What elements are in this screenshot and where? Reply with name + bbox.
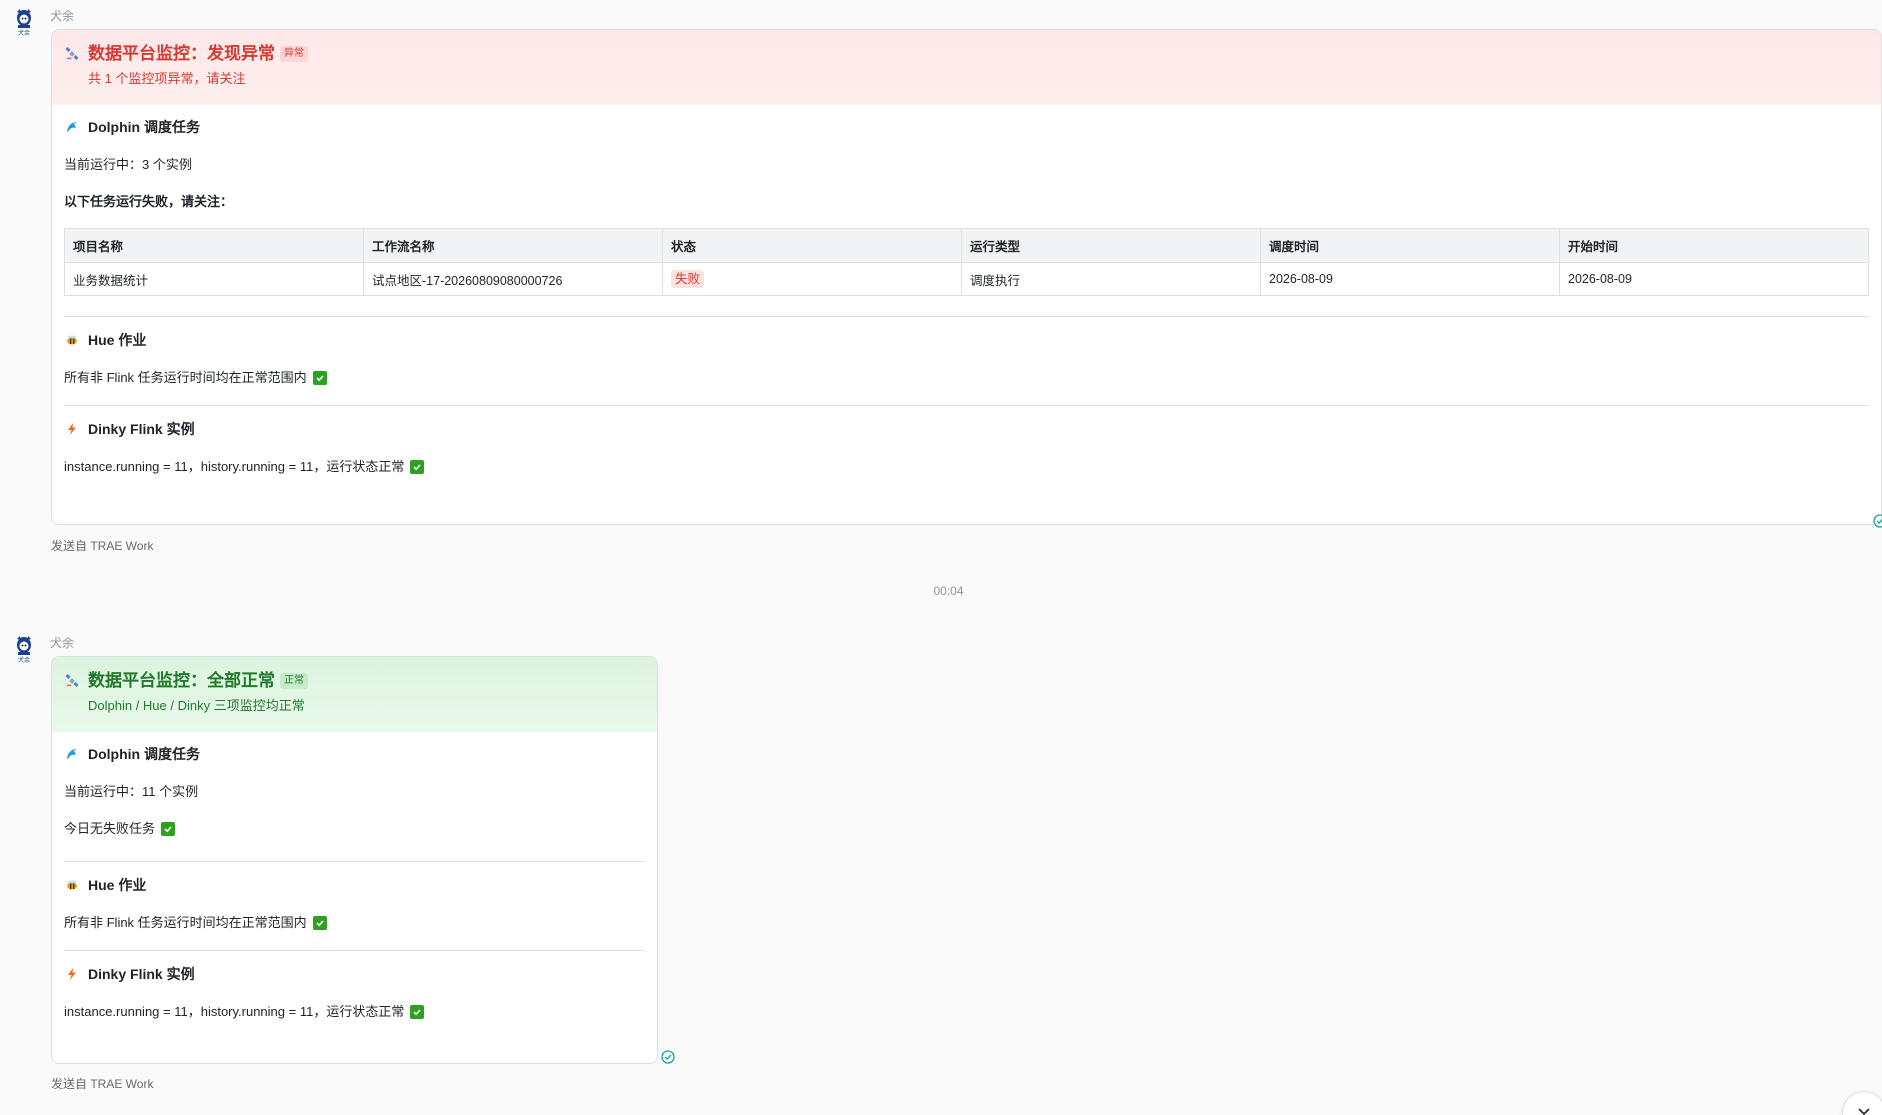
section-dinky-title: Dinky Flink 实例 (64, 419, 1869, 439)
table-header: 运行类型 (961, 228, 1261, 263)
sender-name: 犬余 (50, 9, 75, 23)
cartoon-avatar-icon: 犬余 (17, 636, 31, 663)
section-label: Dolphin 调度任务 (88, 119, 200, 135)
section-dolphin-title: Dolphin 调度任务 (64, 117, 1869, 137)
satellite-icon (64, 46, 80, 62)
card-subtitle: Dolphin / Hue / Dinky 三项监控均正常 (88, 698, 305, 713)
sender-name: 犬余 (50, 636, 75, 650)
no-fail-status: 今日无失败任务 (64, 820, 645, 838)
sent-from-label: 发送自 TRAE Work (51, 539, 154, 553)
dolphin-icon (64, 746, 80, 762)
section-hue-title: Hue 作业 (64, 330, 1869, 350)
table-header: 工作流名称 (363, 228, 663, 263)
status-badge: 正常 (280, 673, 308, 689)
time-separator: 00:04 (933, 584, 964, 598)
running-count: 当前运行中：3 个实例 (64, 157, 192, 172)
status-badge: 异常 (280, 46, 308, 62)
dinky-status: instance.running = 11，history.running = … (64, 458, 1869, 476)
section-label: Hue 作业 (88, 877, 147, 893)
alert-card: 数据平台监控：发现异常 异常 共 1 个监控项异常，请关注 Dolphin 调度… (51, 29, 1882, 525)
card-header: 数据平台监控：全部正常 正常 Dolphin / Hue / Dinky 三项监… (52, 657, 657, 732)
check-box-icon (410, 1005, 425, 1019)
table-header-row: 项目名称 工作流名称 状态 运行类型 调度时间 开始时间 (64, 228, 1869, 263)
read-receipt-icon (661, 1050, 675, 1069)
section-dolphin-title: Dolphin 调度任务 (64, 744, 645, 764)
ok-card: 数据平台监控：全部正常 正常 Dolphin / Hue / Dinky 三项监… (51, 656, 658, 1064)
check-box-icon (161, 822, 176, 836)
divider (64, 405, 1869, 406)
svg-text:犬余: 犬余 (18, 29, 30, 36)
lightning-icon (64, 421, 80, 437)
avatar[interactable]: 犬余 (12, 8, 36, 36)
section-label: Dolphin 调度任务 (88, 746, 200, 762)
card-title: 数据平台监控：发现异常 (88, 44, 275, 63)
check-box-icon (312, 371, 327, 385)
table-header: 调度时间 (1260, 228, 1560, 263)
table-header: 项目名称 (64, 228, 364, 263)
card-body: Dolphin 调度任务 当前运行中：3 个实例 以下任务运行失败，请关注： 项… (52, 117, 1881, 476)
table-cell: 业务数据统计 (64, 262, 364, 296)
read-receipt-icon (1873, 514, 1882, 533)
table-cell: 2026-08-09 (1260, 262, 1560, 296)
table-row: 业务数据统计 试点地区-17-20260809080000726 失败 调度执行… (64, 262, 1869, 296)
section-label: Dinky Flink 实例 (88, 421, 195, 437)
failed-task-table: 项目名称 工作流名称 状态 运行类型 调度时间 开始时间 业务数据统计 试点地区… (64, 228, 1869, 296)
table-cell: 试点地区-17-20260809080000726 (363, 262, 663, 296)
svg-text:犬余: 犬余 (18, 656, 30, 663)
failed-heading: 以下任务运行失败，请关注： (64, 194, 234, 209)
status-text: 今日无失败任务 (64, 821, 156, 836)
check-box-icon (410, 460, 425, 474)
hue-status: 所有非 Flink 任务运行时间均在正常范围内 (64, 914, 645, 932)
dolphin-icon (64, 119, 80, 135)
status-text: 所有非 Flink 任务运行时间均在正常范围内 (64, 370, 307, 385)
check-box-icon (312, 916, 327, 930)
card-body: Dolphin 调度任务 当前运行中：11 个实例 今日无失败任务 Hue 作业 (52, 744, 657, 1021)
lightning-icon (64, 966, 80, 982)
table-header: 状态 (662, 228, 962, 263)
scroll-to-bottom-button[interactable] (1842, 1091, 1882, 1115)
card-header: 数据平台监控：发现异常 异常 共 1 个监控项异常，请关注 (52, 30, 1881, 105)
section-label: Hue 作业 (88, 332, 147, 348)
divider (64, 950, 645, 951)
running-count: 当前运行中：11 个实例 (64, 784, 199, 799)
table-header: 开始时间 (1559, 228, 1869, 263)
message-ok: 犬余 犬余 数据平台监控：全部正常 正常 Dolphin / Hue / Din… (12, 635, 712, 1095)
dinky-status: instance.running = 11，history.running = … (64, 1003, 645, 1021)
card-subtitle: 共 1 个监控项异常，请关注 (88, 71, 246, 86)
status-badge: 失败 (671, 270, 705, 288)
status-text: 所有非 Flink 任务运行时间均在正常范围内 (64, 915, 307, 930)
card-title: 数据平台监控：全部正常 (88, 671, 275, 690)
satellite-icon (64, 673, 80, 689)
avatar[interactable]: 犬余 (12, 635, 36, 663)
section-hue-title: Hue 作业 (64, 875, 645, 895)
cartoon-avatar-icon: 犬余 (17, 9, 31, 36)
chevron-down-icon (1857, 1104, 1871, 1115)
table-cell: 失败 (662, 262, 962, 296)
table-cell: 2026-08-09 (1559, 262, 1869, 296)
table-cell: 调度执行 (961, 262, 1261, 296)
section-label: Dinky Flink 实例 (88, 966, 195, 982)
chat-view: 犬余 犬余 数据平台监控：发现异常 异常 共 1 个监控项异常，请关注 Dolp… (0, 0, 1882, 1115)
bee-icon (64, 877, 80, 893)
message-alert: 犬余 犬余 数据平台监控：发现异常 异常 共 1 个监控项异常，请关注 Dolp… (12, 8, 1882, 563)
section-dinky-title: Dinky Flink 实例 (64, 964, 645, 984)
divider (64, 316, 1869, 317)
divider (64, 861, 645, 862)
hue-status: 所有非 Flink 任务运行时间均在正常范围内 (64, 369, 1869, 387)
status-text: instance.running = 11，history.running = … (64, 1004, 405, 1019)
status-text: instance.running = 11，history.running = … (64, 459, 405, 474)
sent-from-label: 发送自 TRAE Work (51, 1077, 154, 1091)
bee-icon (64, 332, 80, 348)
